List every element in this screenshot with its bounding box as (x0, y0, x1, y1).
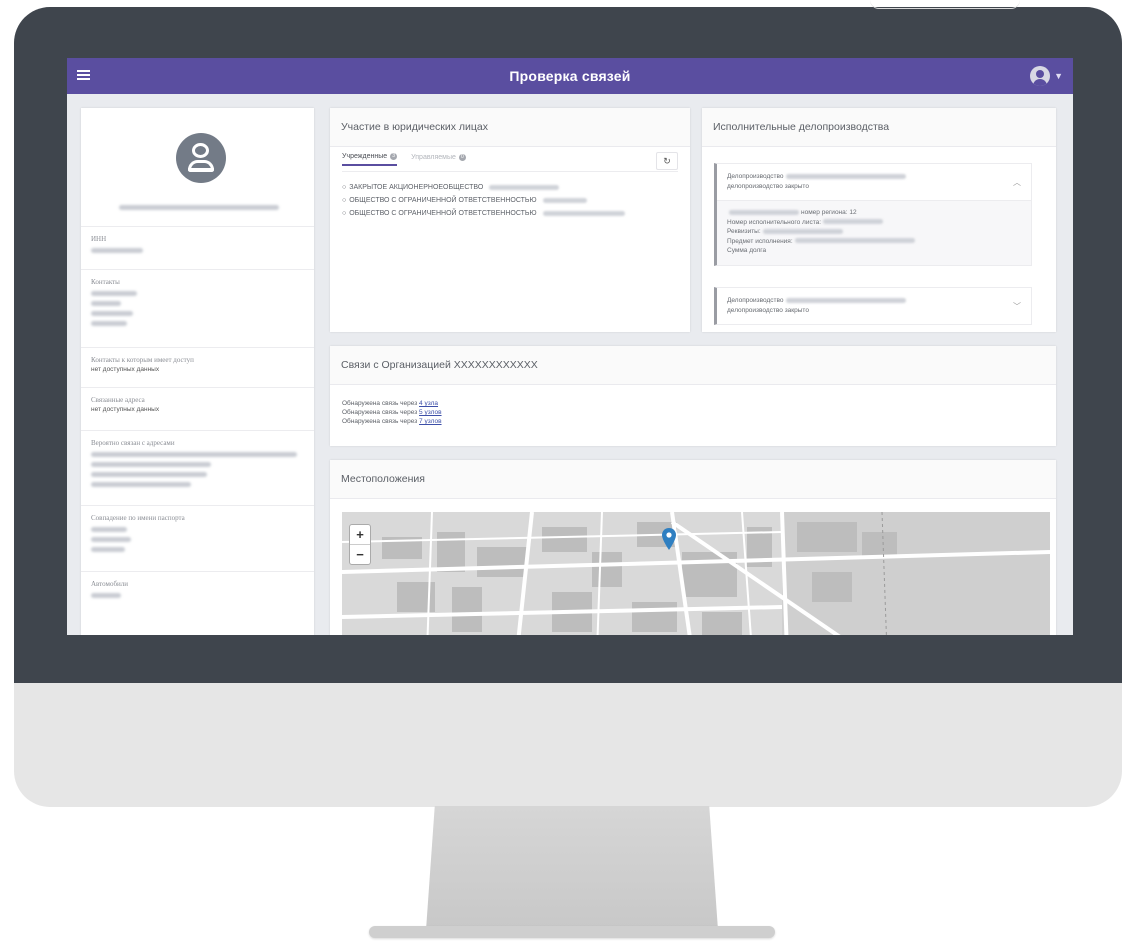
map-marker-icon[interactable] (662, 528, 676, 550)
profile-section-probable-addresses: Вероятно связан с адресами (81, 430, 314, 505)
enforcement-item-header[interactable]: Делопроизводство делопроизводство закрыт… (717, 288, 1031, 324)
org-name: ОБЩЕСТВО С ОГРАНИЧЕННОЙ ОТВЕТСТВЕННОСТЬЮ (349, 210, 537, 217)
radio-icon: ○ (342, 184, 347, 191)
list-item[interactable]: ○ ЗАКРЫТОЕ АКЦИОНЕРНОЕОБЩЕСТВО (342, 184, 625, 191)
person-avatar-icon (176, 133, 226, 183)
radio-icon: ○ (342, 210, 347, 217)
participation-tabs: Учрежденные 3 Управляемые 0 (342, 153, 466, 166)
card-title: Участие в юридических лицах (330, 108, 690, 147)
section-label: ИНН (91, 235, 107, 243)
profile-section-accessible-contacts: Контакты к которым имеет доступ нет дост… (81, 347, 314, 387)
enforcement-item: Делопроизводство делопроизводство закрыт… (714, 163, 1032, 266)
connection-link[interactable]: 4 узла (419, 400, 438, 407)
monitor-stand (426, 806, 718, 930)
section-label: Контакты (91, 278, 120, 286)
section-label: Связанные адреса (91, 396, 145, 404)
detail-line: Реквизиты: (727, 228, 761, 235)
profile-panel: ИНН Контакты Контакты к которым имеет до… (81, 108, 314, 635)
connection-row: Обнаружена связь через 4 узла (342, 399, 442, 408)
enforcement-card: Исполнительные делопроизводства Делопрои… (702, 108, 1056, 332)
connection-row: Обнаружена связь через 5 узлов (342, 408, 442, 417)
tab-label: Управляемые (411, 154, 456, 161)
user-menu[interactable]: ▼ (1030, 66, 1063, 86)
detail-line: номер региона: 12 (801, 209, 857, 216)
page-title: Проверка связей (509, 68, 631, 84)
connection-prefix: Обнаружена связь через (342, 400, 418, 407)
tabs-divider (342, 171, 678, 172)
map-tiles (342, 512, 1050, 635)
proc-label: Делопроизводство (727, 297, 784, 304)
chevron-down-icon[interactable]: ﹀ (1013, 302, 1021, 312)
reload-icon[interactable]: ↻ (656, 152, 678, 170)
enforcement-item-details: номер региона: 12 Номер исполнительного … (717, 200, 1031, 265)
chevron-down-icon: ▼ (1054, 71, 1063, 81)
detail-line: Предмет исполнения: (727, 237, 793, 245)
enforcement-item: Делопроизводство делопроизводство закрыт… (714, 287, 1032, 325)
profile-section-linked-addresses: Связанные адреса нет доступных данных (81, 387, 314, 430)
section-label: Автомобили (91, 580, 128, 588)
tab-managed[interactable]: Управляемые 0 (411, 153, 466, 166)
connection-prefix: Обнаружена связь через (342, 418, 418, 425)
section-value: нет доступных данных (91, 366, 160, 373)
profile-section-cars: Автомобили (81, 571, 314, 631)
zoom-out-button[interactable]: − (350, 544, 370, 564)
participation-card: Участие в юридических лицах Учрежденные … (330, 108, 690, 332)
card-title: Местоположения (330, 460, 1056, 499)
zoom-control: + − (349, 524, 371, 565)
tab-founded[interactable]: Учрежденные 3 (342, 153, 398, 166)
decorative-line (870, 0, 1020, 9)
connection-row: Обнаружена связь через 7 узлов (342, 417, 442, 426)
section-label: Совпадение по имени паспорта (91, 514, 185, 522)
profile-section-contacts: Контакты (81, 269, 314, 347)
enforcement-item-header[interactable]: Делопроизводство делопроизводство закрыт… (717, 164, 1031, 200)
section-label: Контакты к которым имеет доступ (91, 356, 194, 364)
card-title: Связи с Организацией XXXXXXXXXXXX (330, 346, 1056, 385)
detail-line: Номер исполнительного листа: (727, 218, 822, 226)
profile-name-redacted (119, 200, 279, 210)
locations-card: Местоположения + − (330, 460, 1056, 635)
connection-prefix: Обнаружена связь через (342, 409, 418, 416)
connections-card: Связи с Организацией XXXXXXXXXXXX Обнару… (330, 346, 1056, 446)
tab-count-badge: 3 (390, 153, 398, 160)
list-item[interactable]: ○ ОБЩЕСТВО С ОГРАНИЧЕННОЙ ОТВЕТСТВЕННОСТЬ… (342, 197, 625, 204)
card-title: Исполнительные делопроизводства (702, 108, 1056, 147)
profile-section-passport-matches: Совпадение по имени паспорта (81, 505, 314, 571)
map-view[interactable]: + − (342, 512, 1050, 635)
connection-link[interactable]: 5 узлов (419, 409, 442, 416)
tab-label: Учрежденные (342, 153, 388, 160)
connection-links: Обнаружена связь через 4 узла Обнаружена… (342, 399, 442, 426)
proc-status: делопроизводство закрыто (727, 183, 809, 190)
org-list: ○ ЗАКРЫТОЕ АКЦИОНЕРНОЕОБЩЕСТВО ○ ОБЩЕСТВО … (342, 184, 625, 223)
profile-section-inn: ИНН (81, 226, 314, 269)
section-value: нет доступных данных (91, 406, 160, 413)
detail-line: Сумма долга (727, 247, 767, 254)
proc-label: Делопроизводство (727, 173, 784, 180)
org-name: ЗАКРЫТОЕ АКЦИОНЕРНОЕОБЩЕСТВО (349, 184, 484, 191)
org-name: ОБЩЕСТВО С ОГРАНИЧЕННОЙ ОТВЕТСТВЕННОСТЬЮ (349, 197, 537, 204)
zoom-in-button[interactable]: + (350, 525, 370, 544)
proc-status: делопроизводство закрыто (727, 307, 809, 314)
top-bar: Проверка связей ▼ (67, 58, 1073, 94)
app-screen: Проверка связей ▼ ИНН Контакты Контакты … (67, 58, 1073, 635)
section-label: Вероятно связан с адресами (91, 439, 175, 447)
connection-link[interactable]: 7 узлов (419, 418, 442, 425)
chevron-up-icon[interactable]: ︿ (1013, 178, 1021, 188)
monitor-base (369, 926, 775, 938)
list-item[interactable]: ○ ОБЩЕСТВО С ОГРАНИЧЕННОЙ ОТВЕТСТВЕННОСТЬ… (342, 210, 625, 217)
tab-count-badge: 0 (458, 154, 466, 161)
radio-icon: ○ (342, 197, 347, 204)
user-avatar-icon (1030, 66, 1051, 86)
